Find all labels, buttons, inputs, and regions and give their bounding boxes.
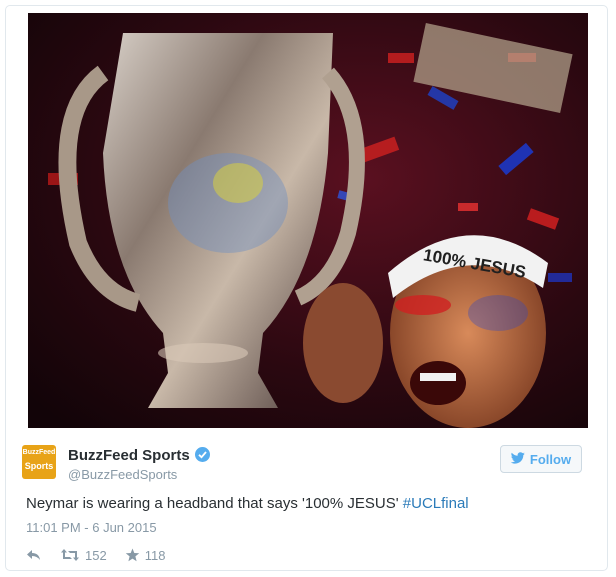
avatar-label-bottom: Sports [24, 461, 54, 471]
author-handle[interactable]: @BuzzFeedSports [68, 467, 177, 482]
favorite-button[interactable]: 118 [125, 547, 166, 563]
retweet-icon [61, 549, 79, 561]
verified-icon [194, 447, 210, 462]
retweet-button[interactable]: 152 [60, 548, 107, 563]
tweet-card: 100% JESUS BuzzFeed Sports BuzzFeed Spor… [5, 5, 608, 571]
tweet-actions: 152 118 [26, 546, 183, 564]
tweet-timestamp[interactable]: 11:01 PM - 6 Jun 2015 [26, 520, 157, 535]
avatar[interactable]: BuzzFeed Sports [22, 445, 56, 479]
tweet-text: Neymar is wearing a headband that says '… [26, 495, 596, 512]
photo-image: 100% JESUS [28, 13, 588, 428]
reply-button[interactable] [26, 548, 42, 562]
reply-icon [27, 550, 40, 560]
favorite-count: 118 [144, 547, 166, 563]
tweet-header: BuzzFeed Sports BuzzFeed Sports @BuzzFee… [22, 443, 592, 487]
follow-label: Follow [529, 451, 572, 467]
avatar-label-top: BuzzFeed [22, 449, 56, 456]
author-name-link[interactable]: BuzzFeed Sports [68, 447, 210, 464]
retweet-count: 152 [85, 547, 107, 563]
tweet-photo[interactable]: 100% JESUS [28, 13, 588, 428]
follow-button[interactable]: Follow [500, 445, 582, 473]
bird-icon [510, 451, 525, 467]
hashtag-link[interactable]: #UCLfinal [403, 495, 469, 512]
star-icon [125, 548, 139, 562]
author-name: BuzzFeed Sports [68, 447, 190, 464]
tweet-body: Neymar is wearing a headband that says '… [26, 495, 399, 512]
